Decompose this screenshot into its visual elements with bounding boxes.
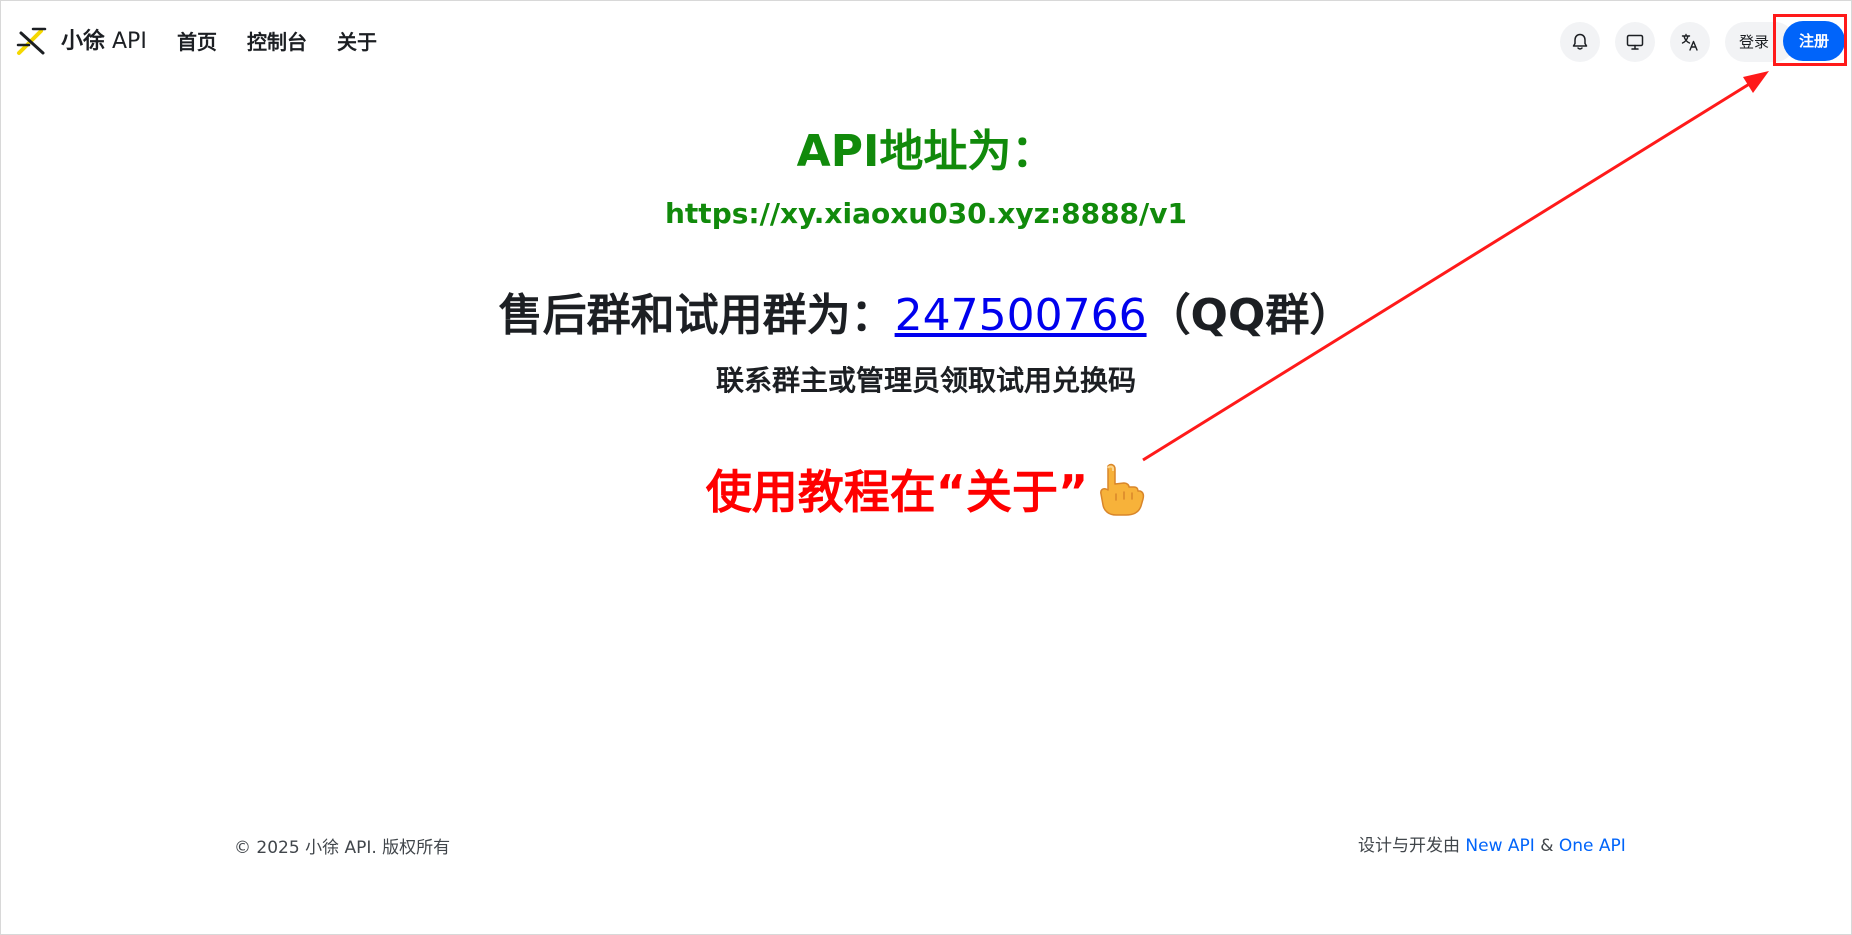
footer-credits: 设计与开发由 New API & One API	[1358, 831, 1626, 856]
pointing-hand-icon	[1100, 463, 1145, 516]
api-address-title: API地址为：	[796, 126, 1056, 177]
theme-toggle-button[interactable]	[1615, 22, 1655, 62]
tutorial-text: 使用教程在“关于”	[705, 465, 1089, 519]
translate-icon	[1681, 33, 1698, 51]
api-url: https://xy.xiaoxu030.xyz:8888/v1	[664, 197, 1187, 230]
nav-console[interactable]: 控制台	[247, 28, 307, 56]
bell-icon	[1572, 33, 1588, 50]
contact-admin-text: 联系群主或管理员领取试用兑换码	[715, 364, 1136, 397]
footer-copyright: © 2025 小徐 API. 版权所有	[234, 838, 451, 858]
brand-prefix: 小徐	[61, 29, 106, 54]
qq-group-suffix: （QQ群）	[1146, 290, 1354, 341]
qq-group-link[interactable]: 247500766	[895, 290, 1147, 341]
nav-home[interactable]: 首页	[177, 28, 217, 56]
main-nav: 首页 控制台 关于	[177, 28, 377, 56]
new-api-link[interactable]: New API	[1465, 836, 1534, 856]
register-button[interactable]: 注册	[1783, 21, 1845, 61]
monitor-icon	[1626, 34, 1644, 50]
page: 小徐 API 首页 控制台 关于 登录 注册 API地址为： https://x…	[0, 0, 1852, 935]
logo-icon[interactable]	[15, 25, 49, 59]
language-button[interactable]	[1670, 22, 1710, 62]
footer-credits-label: 设计与开发由	[1358, 836, 1466, 856]
brand-suffix: API	[105, 29, 147, 54]
notification-button[interactable]	[1560, 22, 1600, 62]
tutorial-hint: 使用教程在“关于”	[1, 456, 1851, 522]
top-navbar: 小徐 API 首页 控制台 关于 登录 注册	[1, 1, 1851, 81]
brand-name[interactable]: 小徐 API	[61, 28, 147, 56]
support-group-line: 售后群和试用群为：247500766（QQ群）	[1, 279, 1851, 343]
support-group-label: 售后群和试用群为：	[498, 290, 895, 341]
one-api-link[interactable]: One API	[1559, 836, 1626, 856]
footer-amp: &	[1534, 836, 1559, 856]
nav-about[interactable]: 关于	[337, 28, 377, 56]
